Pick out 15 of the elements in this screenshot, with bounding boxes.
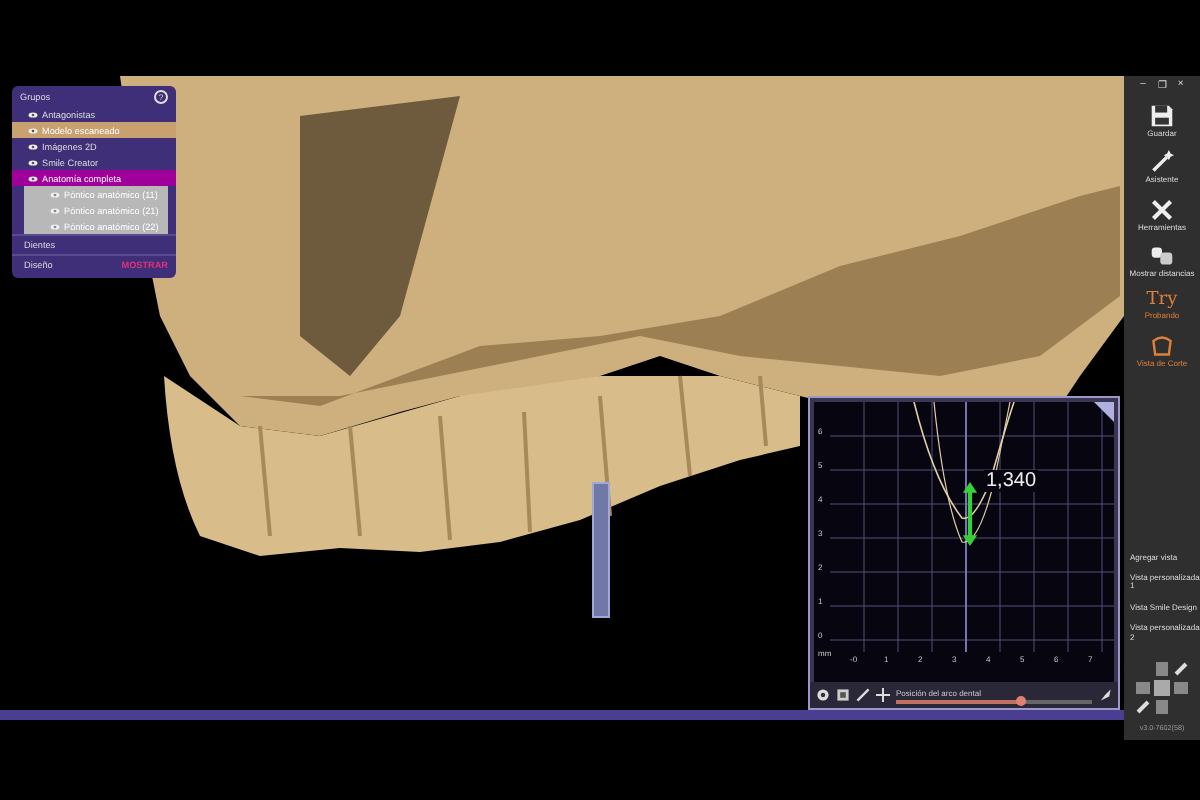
move-icon[interactable] bbox=[876, 688, 890, 702]
tooth-section-icon bbox=[1150, 333, 1174, 358]
eye-icon[interactable] bbox=[28, 143, 38, 149]
eye-icon[interactable] bbox=[28, 127, 38, 133]
try-logo: Try bbox=[1146, 291, 1178, 311]
eye-icon[interactable] bbox=[28, 159, 38, 165]
magic-wand-icon bbox=[1149, 150, 1174, 175]
implant-drawing bbox=[592, 482, 610, 618]
ruler-icon[interactable] bbox=[856, 688, 870, 702]
eye-icon[interactable] bbox=[28, 111, 38, 117]
eye-icon[interactable] bbox=[28, 175, 38, 181]
measurement-value: 1,340 bbox=[984, 470, 1039, 492]
brush-icon[interactable] bbox=[1098, 688, 1112, 702]
measurement-arrow-icon bbox=[962, 482, 978, 546]
navigation-cube-icon[interactable] bbox=[1132, 658, 1192, 718]
